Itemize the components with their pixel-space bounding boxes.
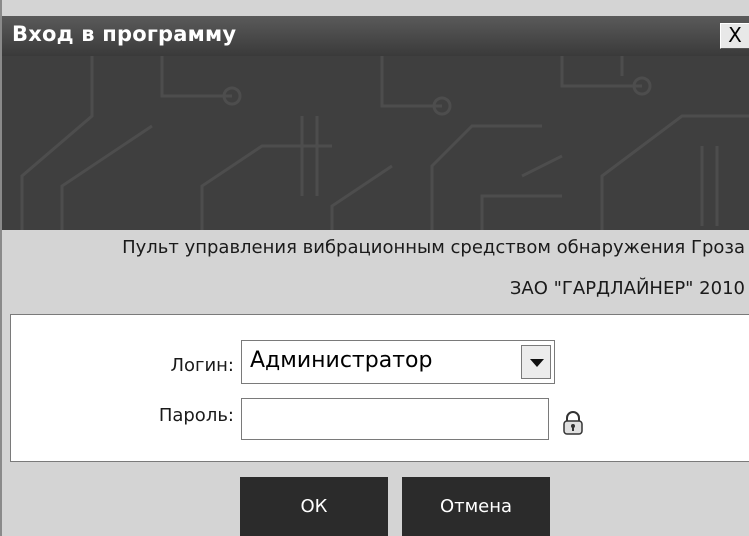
lock-icon[interactable] [562,410,584,436]
close-button[interactable]: X [720,23,749,49]
login-selected-value: Администратор [250,348,433,373]
product-description: Пульт управления вибрационным средством … [122,237,745,258]
chevron-down-icon [530,359,544,367]
login-dropdown-button[interactable] [521,345,551,379]
login-select[interactable]: Администратор [241,340,555,384]
password-label: Пароль: [158,405,234,426]
banner-image [2,56,749,230]
circuit-pattern-icon [20,56,749,230]
login-label: Логин: [170,355,234,376]
cancel-button[interactable]: Отмена [402,477,550,536]
window-title: Вход в программу [12,22,237,46]
company-copyright: ЗАО "ГАРДЛАЙНЕР" 2010 [509,278,745,299]
password-field[interactable] [241,398,549,440]
ok-button[interactable]: ОК [240,477,388,536]
login-dialog: Вход в программу X Пульт управления вибр… [0,0,749,536]
close-icon: X [728,23,742,47]
title-bar: Вход в программу X [2,16,749,56]
